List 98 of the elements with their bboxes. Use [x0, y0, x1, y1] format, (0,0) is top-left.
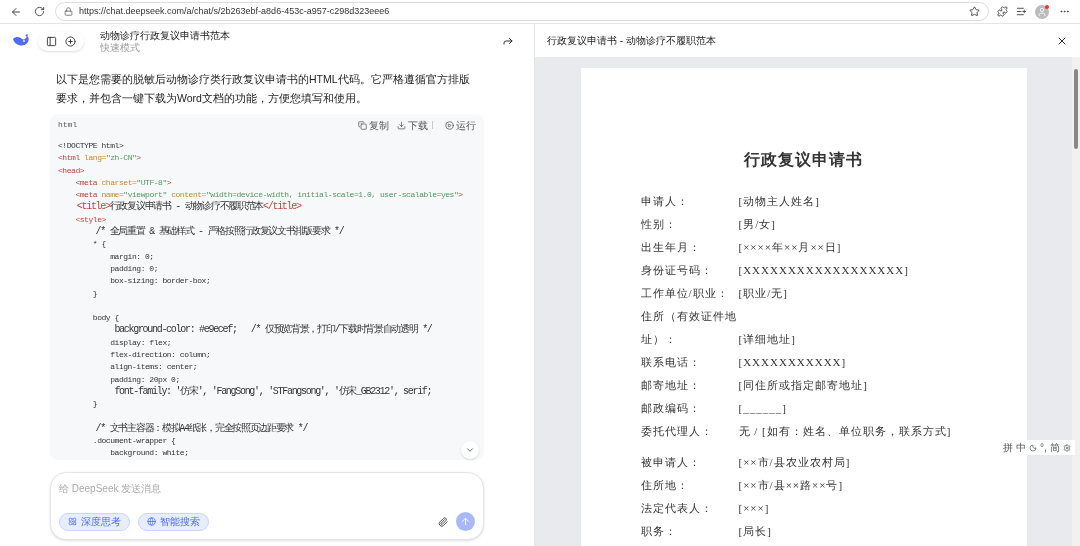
code-line: <meta charset="UTF-8">: [74, 176, 172, 189]
ime-label[interactable]: 简: [1049, 440, 1060, 455]
form-label: 住所地：: [640, 478, 690, 493]
list-icon: [1016, 6, 1027, 17]
code-line: <html lang="zh-CN">: [58, 152, 141, 165]
download-icon: [397, 120, 406, 130]
reload-icon: [34, 6, 45, 17]
form-label: 出生年月：: [640, 240, 702, 255]
form-label: 申请人：: [640, 194, 690, 209]
form-value: [动物主人姓名]: [738, 194, 820, 209]
whale-logo-icon: [12, 34, 30, 48]
code-line: * {: [91, 238, 106, 251]
plus-circle-icon: [65, 35, 76, 47]
puzzle-icon: [997, 6, 1008, 17]
form-label: 法定代表人：: [640, 501, 714, 516]
attach-button[interactable]: [438, 516, 448, 527]
panel-icon: [46, 35, 57, 47]
form-value: [同住所或指定邮寄地址]: [738, 378, 868, 393]
globe-icon: [147, 517, 156, 526]
form-value: 无 / [如有：姓名、单位职务，联系方式]: [738, 424, 952, 439]
copy-code-button[interactable]: 复制: [358, 117, 389, 133]
preview-title: 行政复议申请书 - 动物诊疗不履职范本: [547, 34, 717, 48]
form-value: [职业/无]: [738, 286, 788, 301]
code-line: <!DOCTYPE html>: [58, 140, 124, 152]
form-value: [×××]: [738, 501, 770, 516]
code-line: display: flex;: [109, 336, 172, 349]
form-value: [局长]: [738, 524, 772, 539]
ime-label[interactable]: 拼: [1003, 440, 1013, 455]
paperclip-icon: [438, 516, 448, 527]
extension-button[interactable]: [997, 6, 1008, 17]
new-chat-button[interactable]: [65, 35, 76, 47]
form-value: [XXXXXXXXXXXXXXXXXX]: [738, 263, 909, 278]
settings-icon[interactable]: [1062, 443, 1071, 452]
code-line: padding: 0;: [109, 262, 159, 275]
form-label: 性别：: [640, 217, 678, 232]
lock-icon: [64, 7, 73, 16]
form-label: 邮寄地址：: [640, 378, 702, 393]
document-title: 行政复议申请书: [743, 150, 864, 170]
form-value: [XXXXXXXXXXX]: [738, 355, 847, 370]
form-value: [______]: [738, 401, 787, 416]
form-label: 联系电话：: [640, 355, 702, 370]
form-label: 委托代理人：: [640, 424, 714, 439]
play-icon: [445, 120, 454, 130]
chevron-down-icon: [465, 445, 475, 455]
code-line: /* 文书主容器：模拟A4纸张，完全按照页边距要求 */: [94, 422, 308, 436]
code-line: margin: 0;: [109, 250, 154, 263]
favorites-button[interactable]: [1016, 6, 1027, 17]
form-value: [××市/县××路××号]: [738, 478, 844, 493]
form-value: [××××年××月××日]: [738, 240, 842, 255]
back-arrow-icon: [10, 5, 22, 18]
code-line: .document-wrapper {: [91, 435, 176, 448]
atom-icon: [68, 517, 77, 526]
form-value: [男/女]: [738, 217, 776, 232]
reload-button[interactable]: [32, 4, 47, 19]
code-line: <title>行政复议申请书 - 动物诊疗不履职范本</title>: [75, 201, 301, 214]
share-arrow-icon: [502, 35, 514, 47]
form-value: [××市/县农业农村局]: [738, 455, 851, 470]
form-value: [详细地址]: [738, 332, 796, 347]
deep-think-toggle[interactable]: 深度思考: [59, 512, 130, 531]
code-line: }: [91, 287, 98, 300]
ime-label[interactable]: 中: [1016, 440, 1026, 455]
code-line: flex-direction: column;: [109, 349, 211, 362]
ime-label[interactable]: °,: [1040, 440, 1047, 455]
person-icon: [1037, 6, 1047, 17]
form-label: 身份证号码：: [640, 263, 714, 278]
web-search-toggle[interactable]: 智能搜索: [138, 512, 209, 531]
code-line: <style>: [74, 213, 106, 226]
code-line: background-color: #e9ecef; /* 仅预览背景，打印/下载时背景自动透明 */: [113, 324, 432, 337]
copy-icon: [358, 120, 367, 130]
code-line: box-sizing: border-box;: [109, 275, 211, 288]
code-line: background: white;: [109, 447, 189, 460]
chat-title: 动物诊疗行政复议申请书范本: [100, 29, 231, 42]
download-code-button[interactable]: 下载: [397, 117, 428, 133]
up-arrow-icon: [460, 516, 471, 527]
star-icon[interactable]: [969, 6, 980, 17]
url-text: https://chat.deepseek.com/a/chat/s/2b263ebf-a8d6-453c-a957-c298d323eee6: [79, 4, 391, 18]
form-label: 邮政编码：: [640, 401, 702, 416]
share-button[interactable]: [502, 35, 514, 47]
chat-mode: 快速模式: [100, 41, 141, 53]
message-text: 以下是您需要的脱敏后动物诊疗类行政复议申请书的HTML代码。它严格遵循官方排版要求，并包含一键下载为Word文档的功能，方便您填写和使用。: [55, 72, 471, 106]
code-line: font-family: '仿宋', 'FangSong', 'STFangsong', '仿宋_GB2312', serif;: [113, 385, 432, 399]
code-line: /* 全局重置 & 基础样式 - 严格按照行政复议文书排版要求 */: [94, 226, 344, 239]
form-label: 住所（有效证件地址）：: [640, 309, 738, 347]
form-label: 职务：: [640, 524, 678, 539]
code-line: padding: 20px 0;: [109, 373, 180, 386]
profile-avatar[interactable]: [1035, 4, 1049, 19]
code-line: <meta name="viewport" content="width=device-width, initial-scale=1.0, user-scalable=yes">: [74, 189, 463, 200]
message-input[interactable]: 给 DeepSeek 发送消息: [59, 481, 475, 496]
form-label: 被申请人：: [640, 455, 702, 470]
run-code-button[interactable]: 运行: [445, 117, 476, 133]
code-line: <head>: [58, 164, 85, 177]
code-line: align-items: center;: [109, 361, 198, 374]
sidebar-toggle-button[interactable]: [46, 35, 57, 47]
code-line: }: [91, 398, 98, 411]
code-language: html: [58, 119, 79, 131]
form-label: 工作单位/职业：: [640, 286, 730, 301]
code-line: body {: [91, 312, 119, 324]
moon-icon[interactable]: [1029, 443, 1037, 452]
